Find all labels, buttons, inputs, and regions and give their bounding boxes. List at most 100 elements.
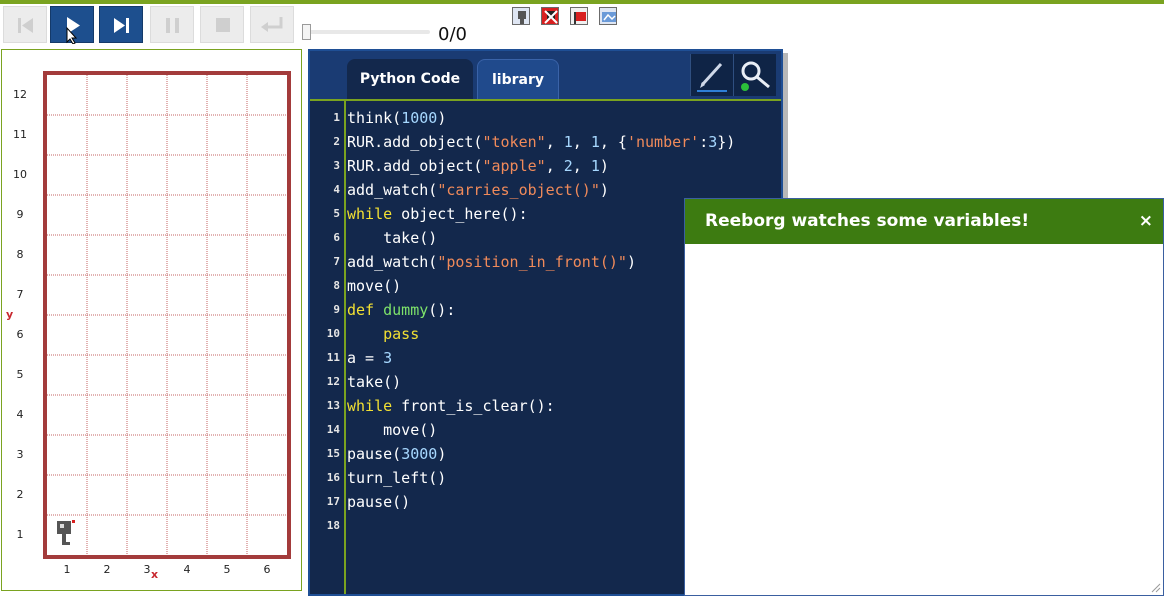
code-line[interactable]: turn_left()	[347, 466, 446, 490]
code-line[interactable]: pass	[347, 322, 419, 346]
code-token: )	[437, 445, 447, 463]
code-token: think(	[347, 109, 402, 127]
code-token: pause(	[347, 445, 402, 463]
speed-slider-track[interactable]	[304, 30, 430, 34]
robot-menu-button[interactable]	[512, 7, 530, 25]
code-token: ,	[545, 133, 564, 151]
code-token: move()	[347, 421, 438, 439]
robot-icon	[518, 11, 526, 24]
code-token: :	[699, 133, 709, 151]
x-tick-label: 5	[223, 563, 231, 576]
line-number: 8	[333, 279, 340, 292]
code-token: 1	[590, 157, 600, 175]
inspect-button[interactable]	[733, 54, 776, 96]
edit-world-button[interactable]	[690, 54, 733, 96]
code-token: dummy	[383, 301, 429, 319]
code-token: 1000	[401, 109, 438, 127]
close-icon[interactable]: ×	[1139, 199, 1153, 244]
y-tick-label: 4	[16, 408, 24, 421]
line-number: 2	[333, 135, 340, 148]
line-number: 1	[333, 111, 340, 124]
code-line[interactable]: def dummy():	[347, 298, 455, 322]
code-line[interactable]: while object_here():	[347, 202, 528, 226]
code-line[interactable]: think(1000)	[347, 106, 446, 130]
code-line[interactable]: while front_is_clear():	[347, 394, 555, 418]
y-tick-label: 1	[16, 528, 24, 541]
x-tick-label: 4	[183, 563, 191, 576]
y-tick-label: 6	[16, 328, 24, 341]
magnifier-icon	[741, 61, 770, 91]
speed-slider-handle[interactable]	[302, 24, 311, 40]
code-token: ():	[428, 301, 456, 319]
line-number: 17	[326, 495, 340, 508]
code-line[interactable]: take()	[347, 226, 437, 250]
y-tick-label: 3	[16, 448, 24, 461]
code-line[interactable]: take()	[347, 370, 401, 394]
code-line[interactable]: RUR.add_object("token", 1, 1, {'number':…	[347, 130, 735, 154]
world-map-button[interactable]	[599, 7, 617, 25]
delete-robot-button[interactable]	[541, 7, 559, 25]
code-token: add_watch(	[347, 253, 438, 271]
stop-button[interactable]	[200, 6, 244, 43]
go-to-start-button[interactable]	[3, 6, 47, 43]
code-line[interactable]: add_watch("carries_object()")	[347, 178, 609, 202]
line-number: 15	[326, 447, 340, 460]
y-tick-label: 12	[13, 88, 27, 101]
code-token: while	[347, 397, 393, 415]
y-tick-label: 10	[13, 168, 27, 181]
code-token: "position_in_front()"	[437, 253, 627, 271]
code-line[interactable]: RUR.add_object("apple", 2, 1)	[347, 154, 609, 178]
code-token: 3000	[401, 445, 438, 463]
pause-icon	[166, 18, 179, 33]
pause-button[interactable]	[150, 6, 194, 43]
run-icon	[66, 17, 80, 44]
flag-button[interactable]	[570, 7, 588, 25]
code-line[interactable]: pause(3000)	[347, 442, 446, 466]
code-token: front_is_clear():	[392, 397, 555, 415]
code-line[interactable]: pause()	[347, 490, 410, 514]
robot-icon	[57, 520, 75, 545]
reload-button[interactable]	[250, 6, 294, 43]
world-map-icon	[602, 12, 616, 22]
step-button[interactable]	[99, 6, 143, 43]
code-token: object_here():	[392, 205, 528, 223]
y-tick-label: 8	[16, 248, 24, 261]
code-token: move()	[347, 277, 402, 295]
code-token: )	[626, 253, 636, 271]
reload-icon	[261, 17, 283, 32]
code-line[interactable]: move()	[347, 418, 437, 442]
code-line[interactable]: move()	[347, 274, 401, 298]
run-button[interactable]	[50, 6, 94, 44]
code-token: )	[599, 181, 609, 199]
code-token: def	[347, 301, 375, 319]
line-number: 4	[333, 183, 340, 196]
flag-icon	[574, 12, 586, 24]
line-number: 12	[326, 375, 340, 388]
code-token: while	[347, 205, 393, 223]
resize-grip-icon[interactable]	[1151, 583, 1161, 593]
y-axis-label: y	[6, 308, 14, 321]
x-tick-label: 2	[103, 563, 111, 576]
watch-panel-title: Reeborg watches some variables!	[705, 211, 1030, 231]
code-token: "carries_object()"	[437, 181, 600, 199]
go-to-start-icon	[18, 18, 33, 33]
y-tick-label: 5	[16, 368, 24, 381]
code-line[interactable]: add_watch("position_in_front()")	[347, 250, 636, 274]
code-token: RUR.add_object(	[347, 133, 483, 151]
code-token: ,	[572, 157, 591, 175]
code-token: 2	[563, 157, 573, 175]
x-axis-label: x	[151, 568, 159, 581]
code-token: pass	[383, 325, 420, 343]
line-number: 7	[333, 255, 340, 268]
line-number: 5	[333, 207, 340, 220]
line-number: 14	[326, 423, 340, 436]
top-accent-line	[0, 0, 1164, 4]
watch-panel-header[interactable]: Reeborg watches some variables! ×	[685, 199, 1163, 244]
code-line[interactable]: a = 3	[347, 346, 392, 370]
tab-library[interactable]: library	[477, 59, 559, 99]
tab-python-code[interactable]: Python Code	[347, 59, 473, 99]
line-number: 10	[326, 327, 340, 340]
code-token: 'number'	[626, 133, 700, 151]
line-number: 6	[333, 231, 340, 244]
